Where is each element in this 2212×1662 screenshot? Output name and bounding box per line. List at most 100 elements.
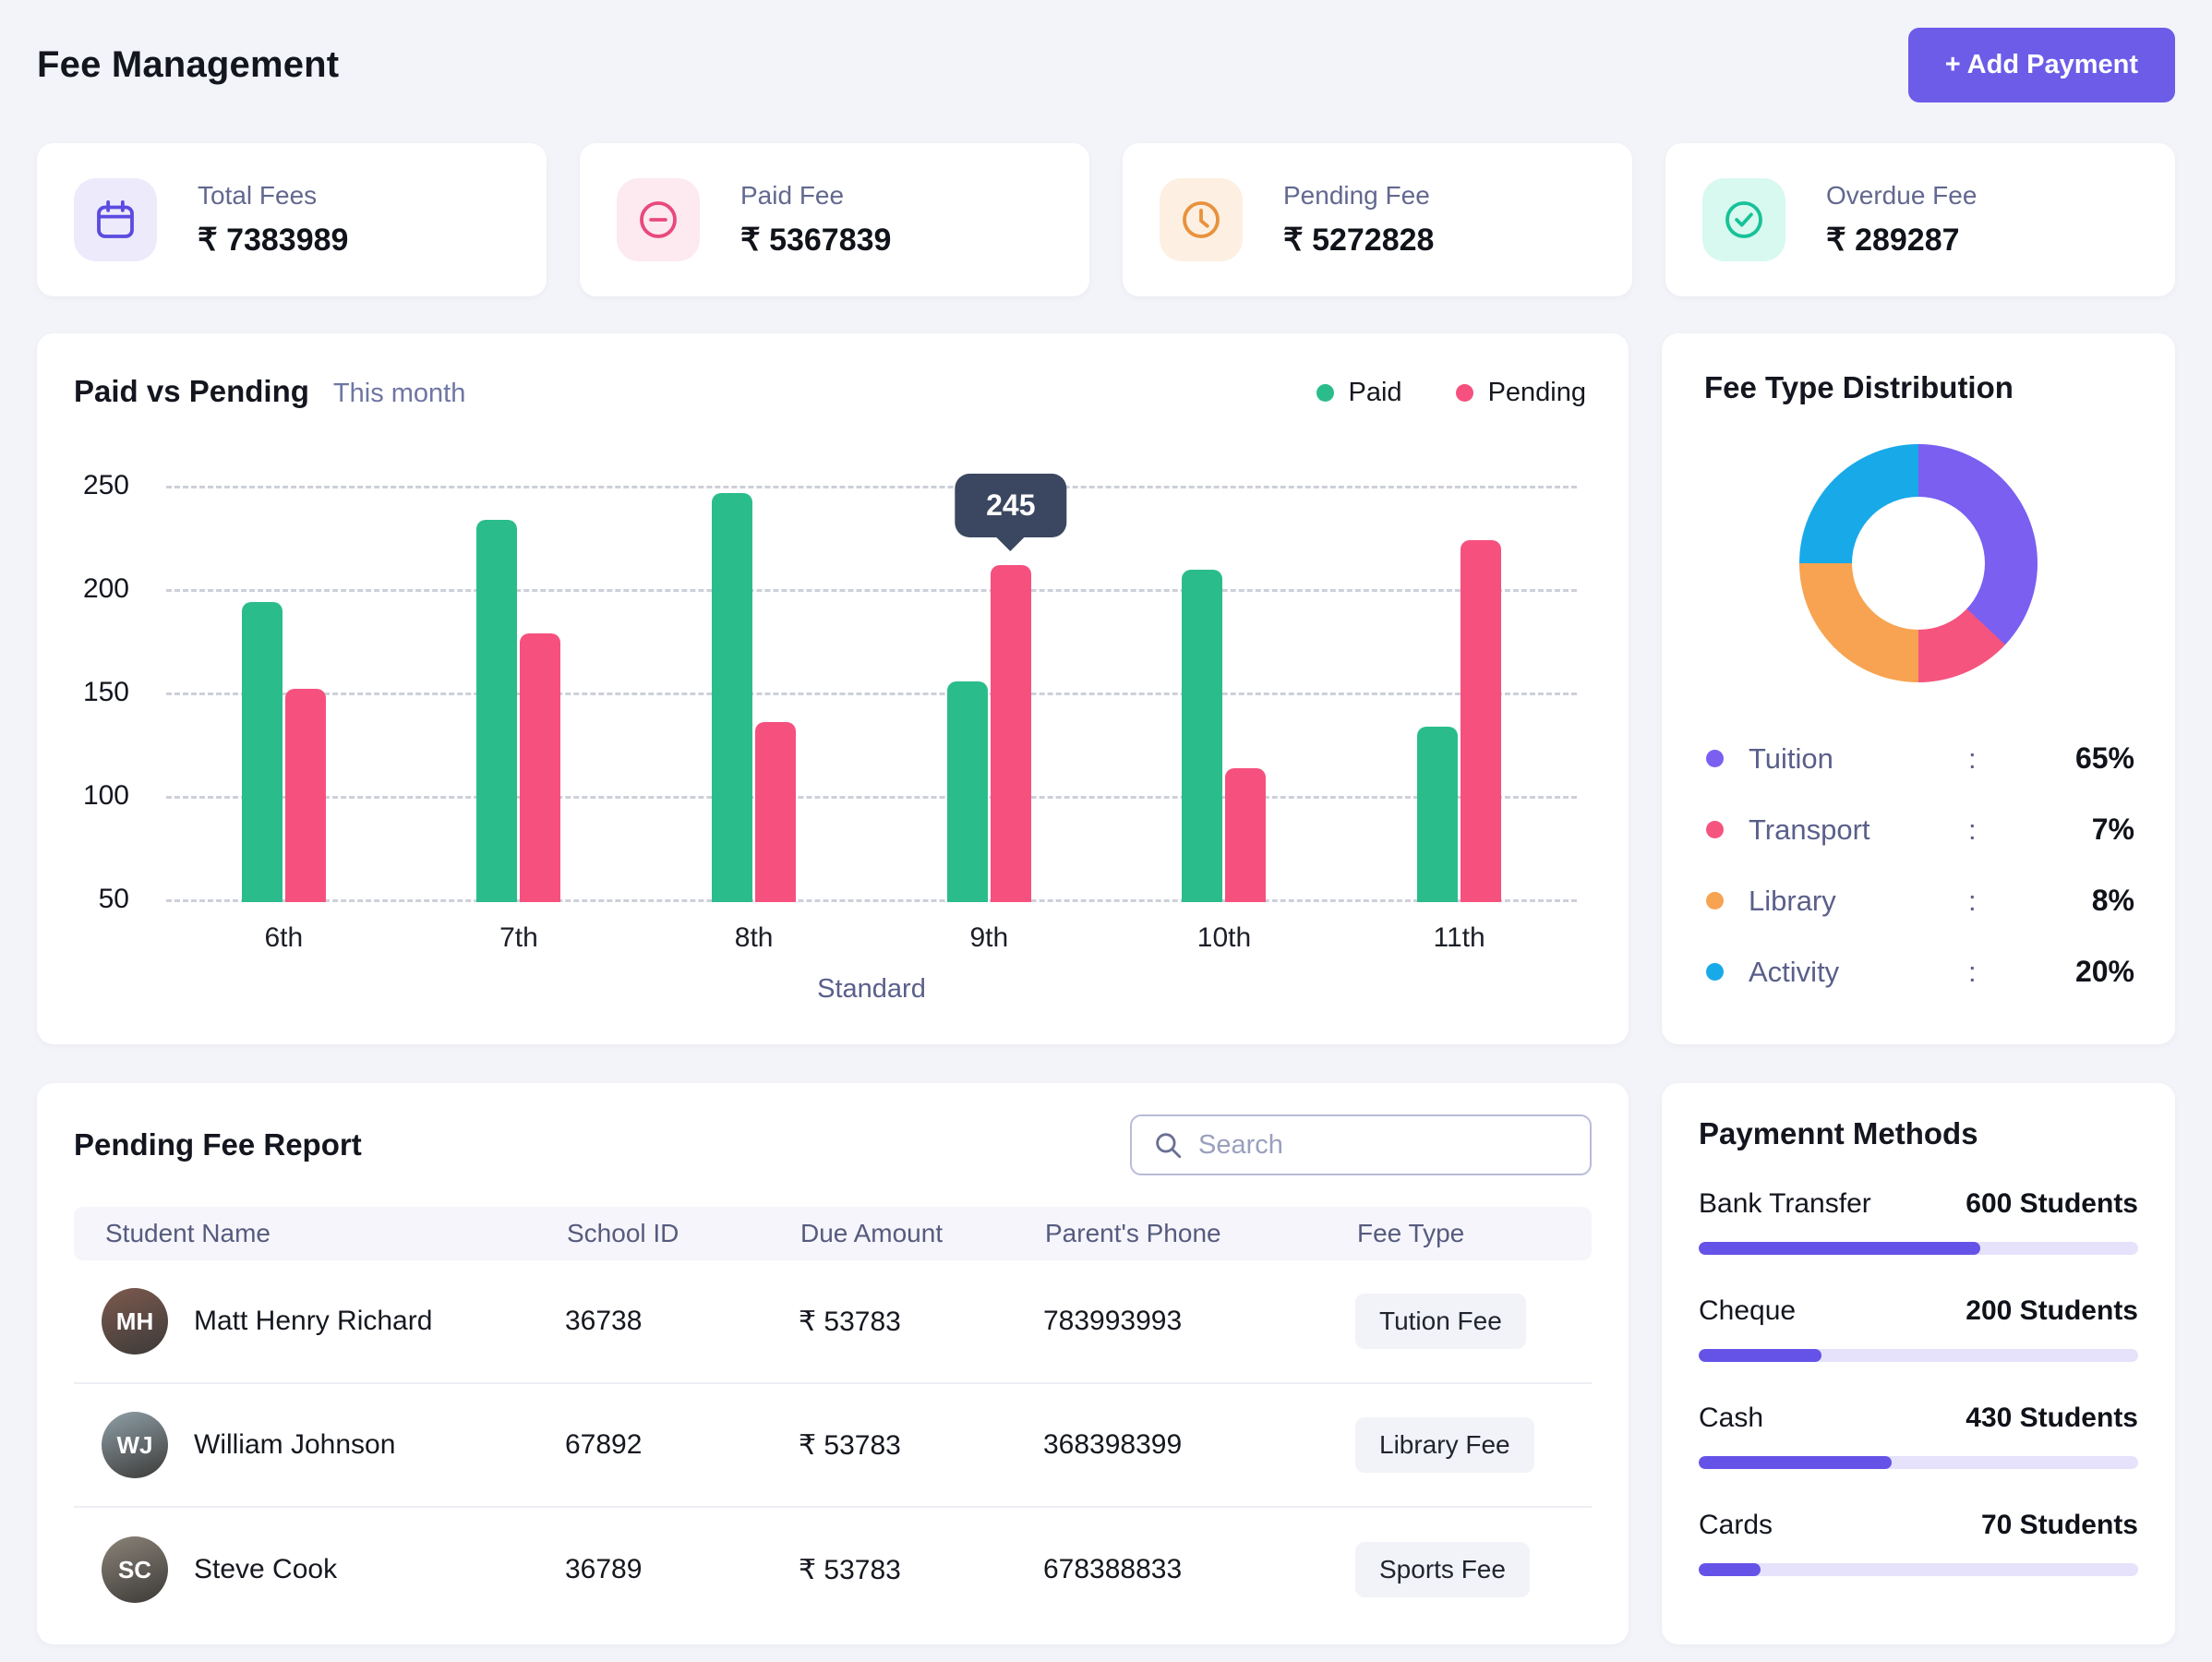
donut-legend: Tuition:65%Transport:7%Library:8%Activit…: [1706, 741, 2134, 989]
fee-type-badge: Sports Fee: [1355, 1542, 1530, 1597]
x-tick-label: 9th: [969, 922, 1008, 954]
legend-label: Paid: [1349, 378, 1402, 408]
legend-dot: [1456, 384, 1473, 402]
column-header: Due Amount: [800, 1219, 1045, 1248]
donut-legend-item-activity[interactable]: Activity:20%: [1706, 955, 2134, 989]
bar-pending-9th[interactable]: 245: [991, 565, 1031, 902]
school-id-cell: 67892: [565, 1429, 799, 1461]
bar-group-7th: 7th: [476, 468, 560, 902]
paid-vs-pending-panel: Paid vs Pending This month PaidPending 5…: [37, 333, 1629, 1044]
fee-type-distribution-panel: Fee Type Distribution Tuition:65%Transpo…: [1662, 333, 2175, 1044]
donut-legend-item-tuition[interactable]: Tuition:65%: [1706, 741, 2134, 776]
search-box[interactable]: [1130, 1114, 1592, 1175]
payment-method-top: Cheque200 Students: [1699, 1295, 2138, 1327]
payment-progress-fill: [1699, 1349, 1821, 1362]
donut-legend-label: Library: [1749, 885, 1968, 918]
gridline: 250: [166, 486, 1577, 488]
x-tick-label: 6th: [264, 922, 303, 954]
bar-pending-10th[interactable]: [1225, 768, 1266, 902]
legend-label: Pending: [1488, 378, 1586, 408]
bar-paid-9th[interactable]: [947, 681, 988, 902]
stat-label: Total Fees: [198, 181, 348, 211]
table-row[interactable]: SCSteve Cook36789₹ 53783678388833Sports …: [74, 1508, 1592, 1632]
payment-method-value: 600 Students: [1966, 1188, 2138, 1220]
legend-dot: [1706, 892, 1724, 909]
bar-group-10th: 10th: [1182, 468, 1266, 902]
payment-method-label: Cash: [1699, 1403, 1763, 1434]
payment-progress-track: [1699, 1563, 2138, 1576]
payment-progress-fill: [1699, 1563, 1761, 1576]
payment-progress-track: [1699, 1349, 2138, 1362]
due-amount-cell: ₹ 53783: [799, 1429, 1043, 1462]
donut-legend-item-transport[interactable]: Transport:7%: [1706, 813, 2134, 847]
bar-pending-11th[interactable]: [1461, 540, 1501, 902]
column-header: Parent's Phone: [1045, 1219, 1357, 1248]
fee-type-cell: Sports Fee: [1355, 1542, 1592, 1597]
gridline: 100: [166, 796, 1577, 799]
avatar: WJ: [102, 1412, 168, 1478]
donut-chart[interactable]: [1799, 444, 2038, 682]
legend-dot: [1316, 384, 1334, 402]
donut-legend-label: Activity: [1749, 956, 1968, 989]
stat-label: Overdue Fee: [1826, 181, 1977, 211]
donut-legend-value: 7%: [2024, 813, 2134, 847]
due-amount-cell: ₹ 53783: [799, 1554, 1043, 1586]
stat-label: Pending Fee: [1283, 181, 1434, 211]
donut-legend-value: 8%: [2024, 884, 2134, 918]
student-name: William Johnson: [194, 1429, 395, 1461]
payment-method-value: 70 Students: [1981, 1510, 2138, 1541]
legend-dot: [1706, 821, 1724, 838]
bar-paid-11th[interactable]: [1417, 727, 1458, 902]
student-name: Steve Cook: [194, 1554, 337, 1585]
search-input[interactable]: [1198, 1130, 1569, 1161]
donut-legend-colon: :: [1968, 956, 2024, 989]
y-tick-label: 50: [99, 884, 129, 915]
bar-paid-10th[interactable]: [1182, 570, 1222, 902]
school-id-cell: 36789: [565, 1554, 799, 1585]
stat-text: Total Fees ₹ 7383989: [198, 181, 348, 259]
table-row[interactable]: WJWilliam Johnson67892₹ 53783368398399Li…: [74, 1384, 1592, 1508]
stat-value: ₹ 7383989: [198, 222, 348, 259]
fee-type-cell: Tution Fee: [1355, 1294, 1592, 1349]
add-payment-button[interactable]: + Add Payment: [1908, 28, 2175, 102]
payment-method-label: Cards: [1699, 1510, 1773, 1541]
donut-legend-colon: :: [1968, 813, 2024, 847]
report-title: Pending Fee Report: [74, 1127, 362, 1162]
parent-phone-cell: 368398399: [1043, 1429, 1355, 1461]
y-tick-label: 200: [83, 573, 129, 605]
bar-paid-7th[interactable]: [476, 520, 517, 902]
table-header: Student NameSchool IDDue AmountParent's …: [74, 1207, 1592, 1260]
bar-plot: 501001502002506th7th8th2459th10th11th: [166, 468, 1577, 902]
bar-paid-8th[interactable]: [712, 493, 752, 902]
stat-card: Paid Fee₹ 5367839: [580, 143, 1089, 296]
donut-legend-label: Transport: [1749, 813, 1968, 847]
payment-methods-title: Paymennt Methods: [1699, 1116, 2138, 1151]
stat-text: Overdue Fee₹ 289287: [1826, 181, 1977, 259]
table-row[interactable]: MHMatt Henry Richard36738₹ 5378378399399…: [74, 1260, 1592, 1384]
payment-method-top: Cash430 Students: [1699, 1403, 2138, 1434]
y-tick-label: 250: [83, 470, 129, 501]
donut-legend-colon: :: [1968, 742, 2024, 776]
page-header: Fee Management + Add Payment: [37, 28, 2175, 102]
bar-pending-7th[interactable]: [520, 633, 560, 902]
stat-value: ₹ 5367839: [740, 222, 891, 259]
payment-method-value: 200 Students: [1966, 1295, 2138, 1327]
stat-value: ₹ 5272828: [1283, 222, 1434, 259]
bar-pending-6th[interactable]: [285, 689, 326, 902]
payment-progress-fill: [1699, 1456, 1892, 1469]
donut-legend-colon: :: [1968, 885, 2024, 918]
legend-item-paid[interactable]: Paid: [1316, 378, 1402, 408]
donut-legend-item-library[interactable]: Library:8%: [1706, 884, 2134, 918]
due-amount-cell: ₹ 53783: [799, 1306, 1043, 1338]
school-id-cell: 36738: [565, 1306, 799, 1337]
stat-card: Overdue Fee₹ 289287: [1665, 143, 2175, 296]
legend-item-pending[interactable]: Pending: [1456, 378, 1586, 408]
calendar-icon: [74, 178, 157, 261]
legend-dot: [1706, 963, 1724, 981]
student-name-cell: SCSteve Cook: [74, 1536, 565, 1603]
stat-card: Total Fees ₹ 7383989: [37, 143, 547, 296]
bar-pending-8th[interactable]: [755, 722, 796, 902]
x-tick-label: 11th: [1434, 922, 1485, 954]
bar-group-6th: 6th: [242, 468, 326, 902]
bar-paid-6th[interactable]: [242, 602, 283, 902]
